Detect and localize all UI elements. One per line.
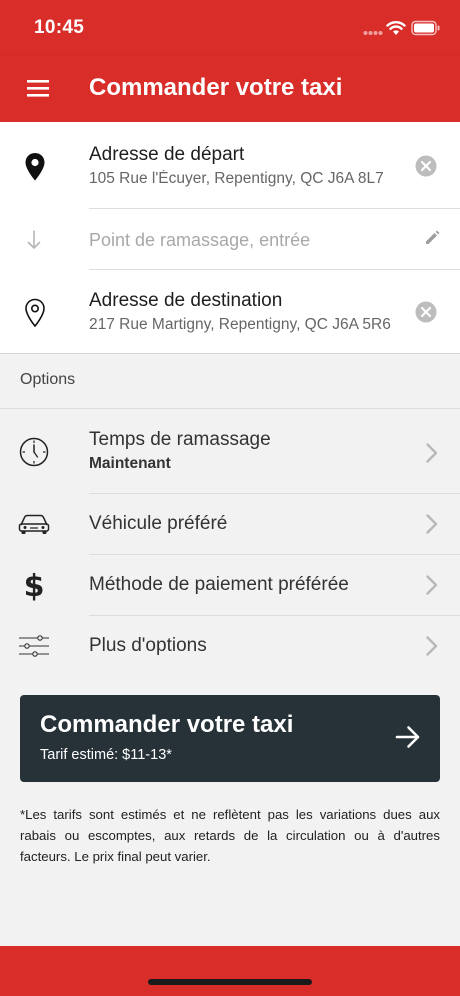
status-bar: 10:45 — [0, 0, 460, 56]
departure-label: Adresse de départ — [89, 144, 245, 165]
hamburger-menu-icon[interactable] — [26, 78, 52, 100]
destination-address-row[interactable]: Adresse de destination 217 Rue Martigny,… — [0, 270, 460, 354]
arrow-right-icon — [395, 726, 420, 748]
option-label: Méthode de paiement préférée — [89, 574, 349, 595]
cellular-signal-icon — [363, 31, 383, 35]
address-divider — [89, 208, 460, 209]
option-label: Plus d'options — [89, 635, 207, 656]
option-label: Véhicule préféré — [89, 513, 228, 534]
location-pin-filled-icon — [25, 153, 45, 181]
sliders-icon — [19, 635, 49, 657]
option-payment-method[interactable]: $ Méthode de paiement préférée — [0, 555, 460, 615]
clock-icon — [19, 437, 49, 467]
chevron-right-icon — [426, 443, 438, 463]
page-title: Commander votre taxi — [89, 74, 343, 101]
app-bar: Commander votre taxi — [0, 56, 460, 122]
option-more-options[interactable]: Plus d'options — [0, 616, 460, 676]
dollar-icon: $ — [24, 569, 45, 601]
fare-disclaimer: *Les tarifs sont estimés et ne reflètent… — [20, 807, 440, 864]
clear-departure-icon[interactable] — [415, 155, 437, 177]
home-indicator[interactable] — [148, 979, 312, 985]
chevron-right-icon — [426, 514, 438, 534]
estimated-fare: Tarif estimé: $11-13* — [40, 747, 172, 763]
options-header: Options — [20, 371, 76, 388]
option-pickup-time[interactable]: Temps de ramassage Maintenant — [0, 409, 460, 493]
address-card: Adresse de départ 105 Rue l'Écuyer, Repe… — [0, 122, 460, 354]
status-time: 10:45 — [34, 17, 85, 38]
order-button-label: Commander votre taxi — [40, 711, 294, 738]
arrow-down-icon — [27, 230, 41, 249]
order-taxi-button[interactable]: Commander votre taxi Tarif estimé: $11-1… — [20, 695, 440, 782]
chevron-right-icon — [426, 575, 438, 595]
pencil-edit-icon[interactable] — [424, 229, 441, 246]
location-pin-outline-icon — [25, 298, 45, 328]
battery-icon — [411, 20, 440, 36]
bottom-bar — [0, 946, 460, 996]
destination-label: Adresse de destination — [89, 290, 283, 311]
destination-address: 217 Rue Martigny, Repentigny, QC J6A 5R6 — [89, 316, 391, 333]
svg-text:$: $ — [24, 569, 45, 601]
pickup-point-input[interactable] — [89, 225, 399, 255]
departure-address-row[interactable]: Adresse de départ 105 Rue l'Écuyer, Repe… — [0, 122, 460, 208]
option-value: Maintenant — [89, 455, 171, 472]
chevron-right-icon — [426, 636, 438, 656]
option-label: Temps de ramassage — [89, 429, 271, 450]
option-preferred-vehicle[interactable]: Véhicule préféré — [0, 494, 460, 554]
clear-destination-icon[interactable] — [415, 301, 437, 323]
wifi-icon — [386, 21, 406, 35]
car-icon — [18, 514, 50, 534]
options-list: Temps de ramassage Maintenant Véhicule p… — [0, 408, 460, 676]
departure-address: 105 Rue l'Écuyer, Repentigny, QC J6A 8L7 — [89, 170, 384, 187]
